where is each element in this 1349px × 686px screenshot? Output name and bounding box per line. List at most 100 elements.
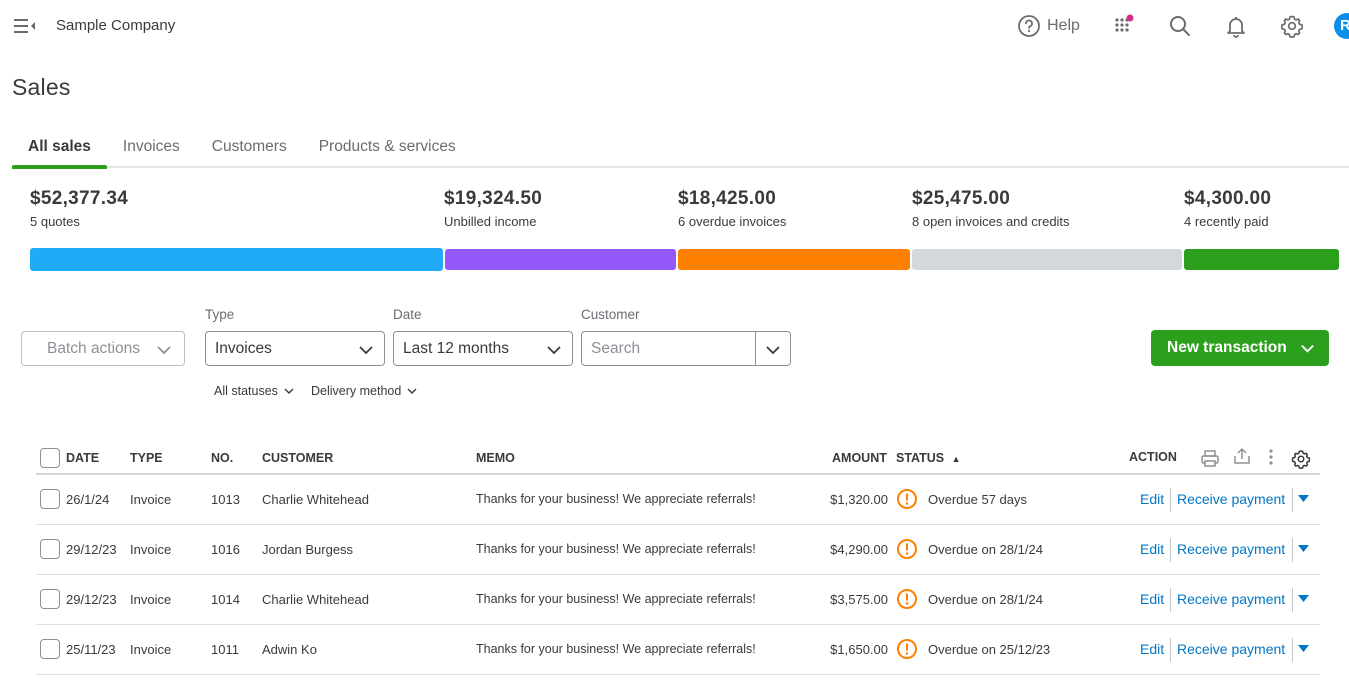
action-divider bbox=[1292, 638, 1293, 662]
cell-type: Invoice bbox=[130, 642, 172, 657]
help-label: Help bbox=[1047, 17, 1080, 34]
money-bar: $52,377.34 5 quotes $19,324.50 Unbilled … bbox=[0, 188, 1349, 278]
summary-amount: $18,425.00 bbox=[678, 188, 777, 209]
summary-open[interactable]: $25,475.00 8 open invoices and credits bbox=[912, 188, 1070, 229]
more-options-icon[interactable] bbox=[1261, 447, 1281, 467]
caret-down-icon[interactable] bbox=[1298, 645, 1309, 653]
table-settings-gear-icon[interactable] bbox=[1291, 449, 1311, 469]
summary-label: 6 overdue invoices bbox=[678, 214, 787, 229]
caret-down-icon[interactable] bbox=[1298, 545, 1309, 553]
summary-overdue[interactable]: $18,425.00 6 overdue invoices bbox=[678, 188, 786, 229]
summary-quotes[interactable]: $52,377.34 5 quotes bbox=[30, 188, 128, 229]
tab-all-sales[interactable]: All sales bbox=[12, 128, 107, 169]
receive-payment-link[interactable]: Receive payment bbox=[1177, 591, 1285, 607]
action-divider bbox=[1292, 538, 1293, 562]
receive-payment-link[interactable]: Receive payment bbox=[1177, 491, 1285, 507]
table-row[interactable]: 29/12/23 Invoice 1016 Jordan Burgess Tha… bbox=[36, 525, 1320, 575]
row-checkbox[interactable] bbox=[40, 489, 60, 509]
summary-label: 8 open invoices and credits bbox=[912, 214, 1070, 229]
notifications-bell-icon[interactable] bbox=[1224, 14, 1248, 38]
summary-amount: $25,475.00 bbox=[912, 188, 1011, 209]
row-checkbox[interactable] bbox=[40, 539, 60, 559]
table-row[interactable]: 29/12/23 Invoice 1014 Charlie Whitehead … bbox=[36, 575, 1320, 625]
cell-amount: $4,290.00 bbox=[830, 542, 888, 557]
edit-link[interactable]: Edit bbox=[1140, 591, 1164, 607]
cell-memo: Thanks for your business! We appreciate … bbox=[476, 592, 756, 606]
tab-products-services[interactable]: Products & services bbox=[303, 128, 472, 166]
recently-paid-bar[interactable] bbox=[1184, 249, 1339, 270]
column-date[interactable]: DATE bbox=[66, 451, 99, 465]
chevron-down-icon bbox=[284, 388, 294, 394]
tab-invoices[interactable]: Invoices bbox=[107, 128, 196, 166]
chevron-down-icon[interactable] bbox=[765, 342, 781, 358]
batch-actions-dropdown[interactable]: Batch actions bbox=[21, 331, 185, 366]
delivery-method-label: Delivery method bbox=[311, 384, 402, 398]
row-checkbox[interactable] bbox=[40, 639, 60, 659]
column-no[interactable]: NO. bbox=[211, 451, 233, 465]
new-transaction-button[interactable]: New transaction bbox=[1151, 330, 1329, 366]
summary-label: Unbilled income bbox=[444, 214, 537, 229]
receive-payment-link[interactable]: Receive payment bbox=[1177, 641, 1285, 657]
warning-icon bbox=[897, 639, 917, 659]
select-all-checkbox[interactable] bbox=[40, 448, 60, 468]
cell-customer: Adwin Ko bbox=[262, 642, 317, 657]
unbilled-bar[interactable] bbox=[445, 249, 676, 270]
type-value: Invoices bbox=[215, 340, 272, 357]
column-customer[interactable]: CUSTOMER bbox=[262, 451, 333, 465]
caret-down-icon[interactable] bbox=[1298, 595, 1309, 603]
caret-down-icon[interactable] bbox=[1298, 495, 1309, 503]
cell-amount: $1,320.00 bbox=[830, 492, 888, 507]
batch-actions-label: Batch actions bbox=[47, 340, 141, 357]
quotes-bar[interactable] bbox=[30, 248, 443, 271]
customer-search-combobox[interactable]: Search bbox=[581, 331, 791, 366]
summary-paid[interactable]: $4,300.00 4 recently paid bbox=[1184, 188, 1271, 229]
cell-status: Overdue on 28/1/24 bbox=[928, 542, 1043, 557]
edit-link[interactable]: Edit bbox=[1140, 641, 1164, 657]
delivery-method-filter[interactable]: Delivery method bbox=[311, 384, 417, 398]
date-dropdown[interactable]: Last 12 months bbox=[393, 331, 573, 366]
receive-payment-link[interactable]: Receive payment bbox=[1177, 541, 1285, 557]
table-row[interactable]: 25/11/23 Invoice 1011 Adwin Ko Thanks fo… bbox=[36, 625, 1320, 675]
type-dropdown[interactable]: Invoices bbox=[205, 331, 385, 366]
cell-no: 1013 bbox=[211, 492, 240, 507]
chevron-down-icon bbox=[157, 346, 171, 355]
customer-search-input[interactable]: Search bbox=[591, 340, 640, 358]
cell-memo: Thanks for your business! We appreciate … bbox=[476, 642, 756, 656]
overdue-bar[interactable] bbox=[678, 249, 910, 270]
edit-link[interactable]: Edit bbox=[1140, 541, 1164, 557]
top-bar: Sample Company Help R bbox=[0, 0, 1349, 52]
tab-customers[interactable]: Customers bbox=[196, 128, 303, 166]
cell-memo: Thanks for your business! We appreciate … bbox=[476, 542, 756, 556]
chevron-down-icon bbox=[547, 346, 561, 355]
chevron-down-icon bbox=[1301, 345, 1314, 353]
cell-amount: $3,575.00 bbox=[830, 592, 888, 607]
date-value: Last 12 months bbox=[403, 340, 509, 357]
column-amount[interactable]: AMOUNT bbox=[832, 451, 887, 465]
settings-gear-icon[interactable] bbox=[1280, 14, 1304, 38]
summary-unbilled[interactable]: $19,324.50 Unbilled income bbox=[444, 188, 542, 229]
apps-grid-icon[interactable] bbox=[1112, 14, 1136, 38]
column-status[interactable]: STATUS ▲ bbox=[896, 451, 961, 465]
print-icon[interactable] bbox=[1200, 448, 1220, 468]
summary-amount: $4,300.00 bbox=[1184, 188, 1272, 209]
cell-no: 1016 bbox=[211, 542, 240, 557]
sort-ascending-icon: ▲ bbox=[951, 454, 961, 464]
column-memo[interactable]: MEMO bbox=[476, 451, 515, 465]
column-type[interactable]: TYPE bbox=[130, 451, 163, 465]
cell-customer: Jordan Burgess bbox=[262, 542, 354, 557]
column-action: ACTION bbox=[1129, 450, 1177, 464]
row-checkbox[interactable] bbox=[40, 589, 60, 609]
export-icon[interactable] bbox=[1232, 446, 1252, 466]
menu-collapse-icon[interactable] bbox=[14, 17, 36, 35]
all-statuses-filter[interactable]: All statuses bbox=[214, 384, 294, 398]
help-button[interactable]: Help bbox=[1017, 14, 1080, 38]
cell-type: Invoice bbox=[130, 592, 172, 607]
open-invoices-bar[interactable] bbox=[912, 249, 1182, 270]
search-icon[interactable] bbox=[1168, 14, 1192, 38]
action-divider bbox=[1292, 588, 1293, 612]
warning-icon bbox=[897, 539, 917, 559]
transactions-table: DATE TYPE NO. CUSTOMER MEMO AMOUNT STATU… bbox=[36, 440, 1320, 675]
user-avatar[interactable]: R bbox=[1334, 13, 1349, 39]
edit-link[interactable]: Edit bbox=[1140, 491, 1164, 507]
table-row[interactable]: 26/1/24 Invoice 1013 Charlie Whitehead T… bbox=[36, 475, 1320, 525]
